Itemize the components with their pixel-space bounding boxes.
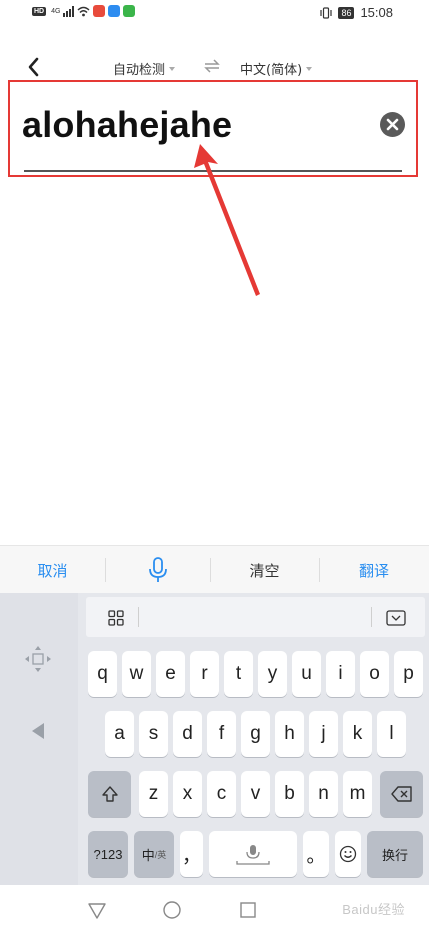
key-r[interactable]: r [190,651,219,697]
enter-key[interactable]: 换行 [367,831,423,877]
mode-123-key[interactable]: ?123 [88,831,128,877]
status-left: HD 4G [32,5,136,17]
microphone-icon[interactable] [105,546,210,594]
microphone-icon [236,845,270,865]
space-key[interactable] [209,831,297,877]
delete-key[interactable] [380,771,423,817]
source-language-label: 自动检测 [113,63,166,78]
cancel-button[interactable]: 取消 [0,546,105,594]
key-v[interactable]: v [241,771,270,817]
shift-icon [101,786,118,802]
battery-level: 86 [338,6,355,19]
status-bar: HD 4G 86 15:08 [0,0,429,26]
caret-down-icon [306,66,313,71]
network-type: 4G [51,7,61,15]
grid-icon[interactable] [108,610,124,626]
key-m[interactable]: m [343,771,372,817]
translate-button[interactable]: 翻译 [319,546,429,594]
app-notification-icon [123,5,136,17]
app-notification-icon [93,5,106,17]
key-s[interactable]: s [139,711,168,757]
cursor-move-icon[interactable] [24,645,52,673]
shift-key[interactable] [88,771,131,817]
system-nav-bar: Baidu经验 [0,885,429,934]
signal-icon [63,5,75,17]
language-switch-key[interactable]: 中/英 [134,831,174,877]
key-b[interactable]: b [275,771,304,817]
key-p[interactable]: p [394,651,423,697]
key-l[interactable]: l [377,711,406,757]
key-w[interactable]: w [122,651,151,697]
keyboard-toolbar [86,597,425,637]
source-language-selector[interactable]: 自动检测 [113,59,176,78]
target-language-selector[interactable]: 中文(简体) [240,59,313,78]
soft-keyboard: q w e r t y u i o p a s d f g h j k l z … [0,593,429,885]
hd-badge: HD [32,6,47,16]
key-e[interactable]: e [156,651,185,697]
key-c[interactable]: c [207,771,236,817]
target-language-label: 中文(简体) [240,63,303,78]
vibrate-icon [320,6,333,19]
wifi-icon [77,6,90,16]
language-switch-label: 中 [141,847,155,863]
clock: 15:08 [360,5,393,20]
chevron-left-icon[interactable] [22,54,46,80]
key-i[interactable]: i [326,651,355,697]
key-y[interactable]: y [258,651,287,697]
period-key[interactable]: 。 [303,831,329,877]
top-nav: 自动检测 中文(简体) [0,50,429,84]
key-j[interactable]: j [309,711,338,757]
keyboard-side-panel [0,593,78,885]
language-switch-sub: /英 [154,849,167,860]
key-x[interactable]: x [173,771,202,817]
key-k[interactable]: k [343,711,372,757]
comma-key[interactable]: ， [180,831,203,877]
triangle-back-icon[interactable] [86,899,108,921]
key-q[interactable]: q [88,651,117,697]
caret-down-icon [169,66,176,71]
key-n[interactable]: n [309,771,338,817]
square-recents-icon[interactable] [237,899,259,921]
status-right: 86 15:08 [320,5,393,20]
triangle-left-icon[interactable] [30,721,46,741]
emoji-key[interactable] [335,831,361,877]
clear-button[interactable]: 清空 [210,546,319,594]
key-h[interactable]: h [275,711,304,757]
key-g[interactable]: g [241,711,270,757]
action-bar: 取消 清空 翻译 [0,545,429,593]
backspace-icon [390,786,412,802]
key-o[interactable]: o [360,651,389,697]
key-a[interactable]: a [105,711,134,757]
key-d[interactable]: d [173,711,202,757]
close-circle-icon[interactable] [380,112,405,137]
watermark: Baidu经验 [342,902,405,917]
divider [138,607,139,627]
key-f[interactable]: f [207,711,236,757]
key-z[interactable]: z [139,771,168,817]
emoji-icon [339,845,357,863]
keyboard-main: q w e r t y u i o p a s d f g h j k l z … [82,593,429,885]
annotation-arrow-icon [194,144,260,296]
circle-home-icon[interactable] [161,899,183,921]
keyboard-collapse-icon[interactable] [386,610,406,626]
swap-arrows-icon[interactable] [203,56,221,76]
key-t[interactable]: t [224,651,253,697]
app-notification-icon [108,5,121,17]
divider [371,607,372,627]
key-u[interactable]: u [292,651,321,697]
